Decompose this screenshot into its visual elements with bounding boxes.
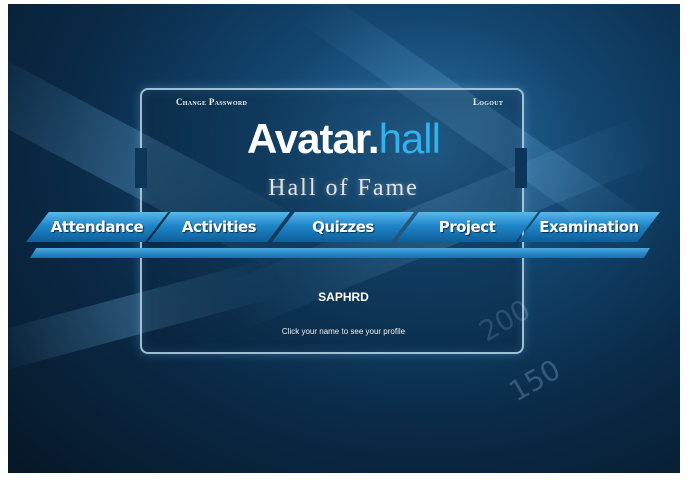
logo-text-primary: Avatar. xyxy=(247,115,380,162)
tab-examination[interactable]: Examination xyxy=(518,212,660,242)
tab-project[interactable]: Project xyxy=(396,212,538,242)
app-logo: Avatar.hall xyxy=(0,118,687,160)
background-number: 150 xyxy=(503,352,567,409)
logo-text-accent: hall xyxy=(378,115,441,162)
tab-attendance[interactable]: Attendance xyxy=(26,212,168,242)
tab-quizzes[interactable]: Quizzes xyxy=(272,212,414,242)
tab-activities[interactable]: Activities xyxy=(148,212,290,242)
change-password-link[interactable]: Change Password xyxy=(176,97,247,107)
nav-underbar xyxy=(30,248,650,258)
profile-hint: Click your name to see your profile xyxy=(281,327,406,336)
username-link[interactable]: SAPHRD xyxy=(0,290,687,304)
main-nav: Attendance Activities Quizzes Project Ex… xyxy=(26,212,660,242)
page-subtitle: Hall of Fame xyxy=(268,175,419,201)
logout-link[interactable]: Logout xyxy=(473,97,503,107)
